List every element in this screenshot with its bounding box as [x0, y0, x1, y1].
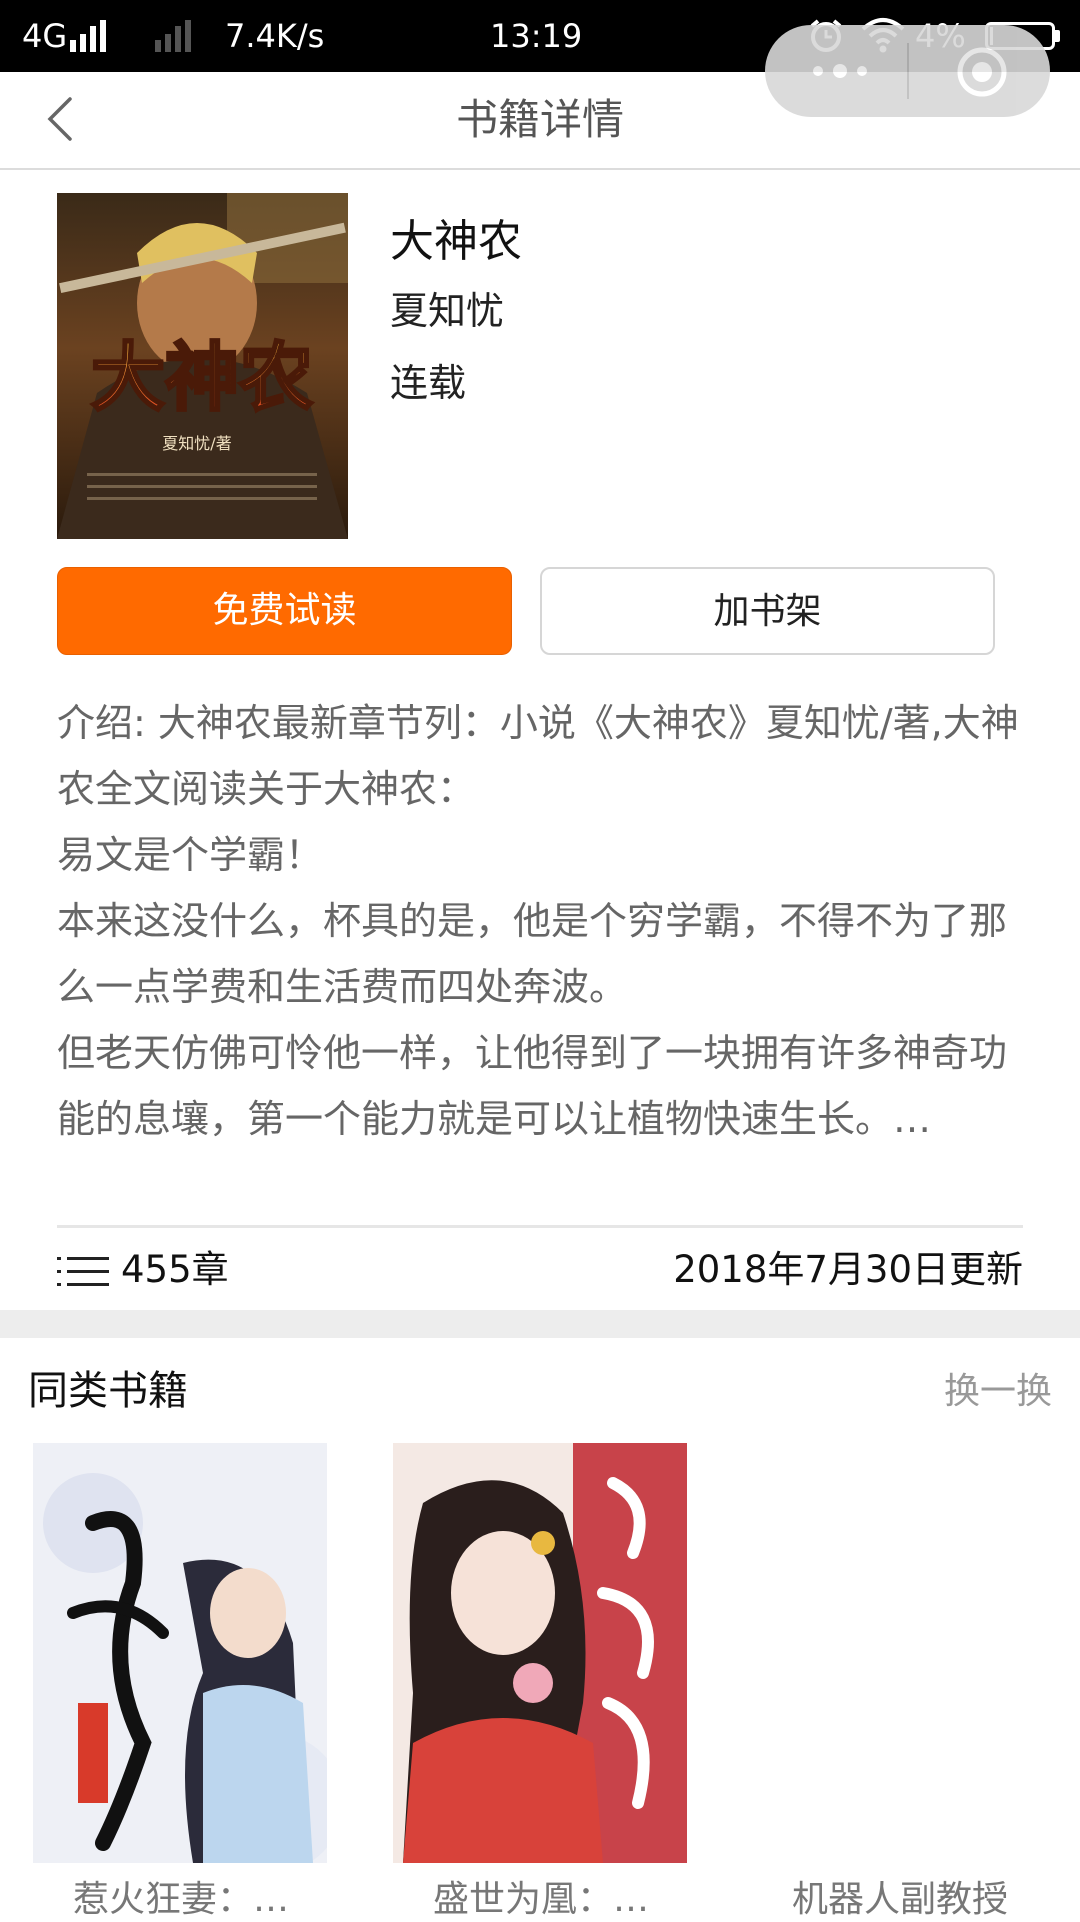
related-books-title: 同类书籍 — [28, 1368, 188, 1414]
capsule-divider — [907, 43, 909, 99]
related-book-cover[interactable] — [393, 1443, 687, 1863]
intro-line: 易文是个学霸！ — [57, 833, 324, 877]
cover-author-art: 夏知忧/著 — [162, 434, 231, 453]
list-icon — [57, 1256, 109, 1286]
book-cover-image: 大神农 夏知忧/著 — [57, 193, 348, 539]
book-author[interactable]: 夏知忧 — [390, 280, 504, 335]
close-target-icon[interactable] — [955, 45, 1009, 99]
battery-tip — [1055, 30, 1060, 42]
intro-line: 介绍: 大神农最新章节列：小说《大神农》夏知忧/著,大神农全文阅读关于大神农： — [57, 701, 1019, 811]
related-book-name[interactable]: 盛世为凰：… — [386, 1870, 696, 1922]
related-cover-image-2 — [393, 1443, 687, 1863]
section-gap — [0, 1310, 1080, 1338]
chapter-count-link[interactable]: 455章 — [57, 1245, 229, 1295]
free-read-button[interactable]: 免费试读 — [57, 567, 512, 655]
related-book-name[interactable]: 机器人副教授 — [745, 1870, 1055, 1922]
related-book-name[interactable]: 惹火狂妻：… — [26, 1870, 336, 1922]
book-status: 连载 — [390, 361, 467, 405]
network-type: 4G — [22, 17, 68, 55]
related-book-cover[interactable] — [33, 1443, 327, 1863]
chapter-count: 455章 — [121, 1248, 229, 1291]
cover-title-art: 大神农 — [91, 335, 313, 421]
intro-line: 本来这没什么，杯具的是，他是个穷学霸，不得不为了那么一点学费和生活费而四处奔波。 — [57, 899, 1008, 1009]
related-cover-image-1 — [33, 1443, 327, 1863]
book-title: 大神农 — [390, 216, 522, 267]
mini-program-capsule — [765, 25, 1050, 117]
refresh-button[interactable]: 换一换 — [944, 1362, 1052, 1414]
clock: 13:19 — [490, 17, 583, 55]
book-intro: 介绍: 大神农最新章节列：小说《大神农》夏知忧/著,大神农全文阅读关于大神农： … — [57, 690, 1027, 1152]
update-date: 2018年7月30日更新 — [673, 1248, 1023, 1291]
more-icon[interactable] — [805, 53, 875, 89]
network-speed: 7.4K/s — [225, 17, 325, 55]
book-cover: 大神农 夏知忧/著 — [57, 193, 348, 539]
divider — [57, 1225, 1023, 1228]
add-to-shelf-button[interactable]: 加书架 — [540, 567, 995, 655]
intro-line: 但老天仿佛可怜他一样，让他得到了一块拥有许多神奇功能的息壤，第一个能力就是可以让… — [57, 1031, 1008, 1141]
